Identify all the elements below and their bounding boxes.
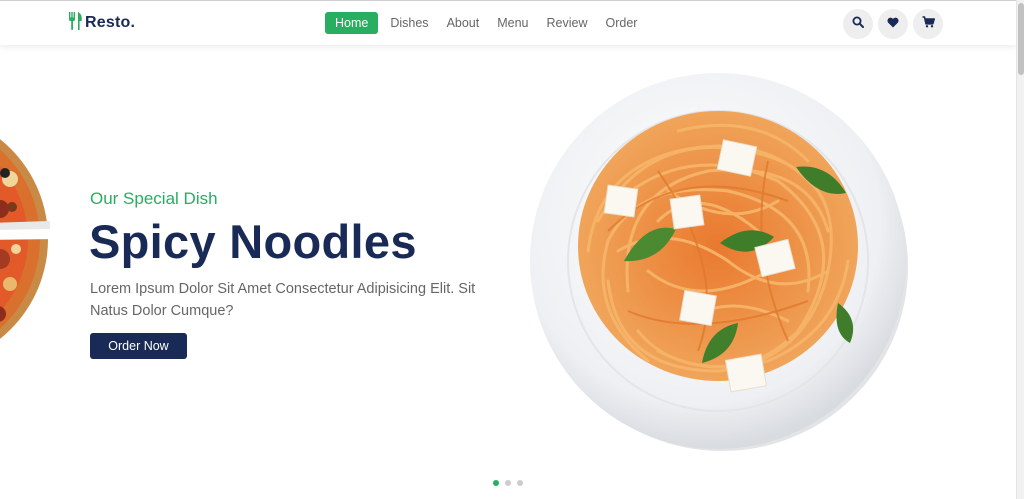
header: Resto. Home Dishes About Menu Review Ord…: [0, 2, 1016, 45]
slider-dot[interactable]: [493, 480, 499, 486]
cart-icon: [922, 15, 935, 33]
slider-pagination: [493, 480, 523, 486]
heart-icon: [887, 15, 899, 33]
nav-menu[interactable]: Menu: [491, 12, 534, 34]
scrollbar-thumb[interactable]: [1018, 3, 1024, 75]
nav-about[interactable]: About: [441, 12, 486, 34]
nav-review[interactable]: Review: [541, 12, 594, 34]
cart-button[interactable]: [913, 9, 943, 39]
nav-order[interactable]: Order: [600, 12, 644, 34]
spicy-noodles-image: [528, 71, 908, 451]
page: Resto. Home Dishes About Menu Review Ord…: [0, 0, 1016, 499]
logo[interactable]: Resto.: [69, 11, 136, 35]
hero-subtitle: Our Special Dish: [90, 189, 218, 208]
logo-text: Resto.: [85, 14, 136, 31]
search-button[interactable]: [843, 9, 873, 39]
header-icons: [843, 9, 943, 39]
hero-description: Lorem Ipsum Dolor Sit Amet Consectetur A…: [90, 281, 476, 319]
slider-dot[interactable]: [517, 480, 523, 486]
nav-dishes[interactable]: Dishes: [384, 12, 434, 34]
search-icon: [852, 15, 864, 33]
utensils-icon: [69, 11, 83, 35]
main-nav: Home Dishes About Menu Review Order: [325, 12, 643, 34]
hero-title: Spicy Noodles: [89, 215, 417, 268]
wishlist-button[interactable]: [878, 9, 908, 39]
vertical-scrollbar[interactable]: [1016, 0, 1024, 499]
slider-dot[interactable]: [505, 480, 511, 486]
order-now-button[interactable]: Order Now: [90, 333, 187, 359]
nav-home[interactable]: Home: [325, 12, 379, 34]
pizza-image: [0, 109, 60, 369]
